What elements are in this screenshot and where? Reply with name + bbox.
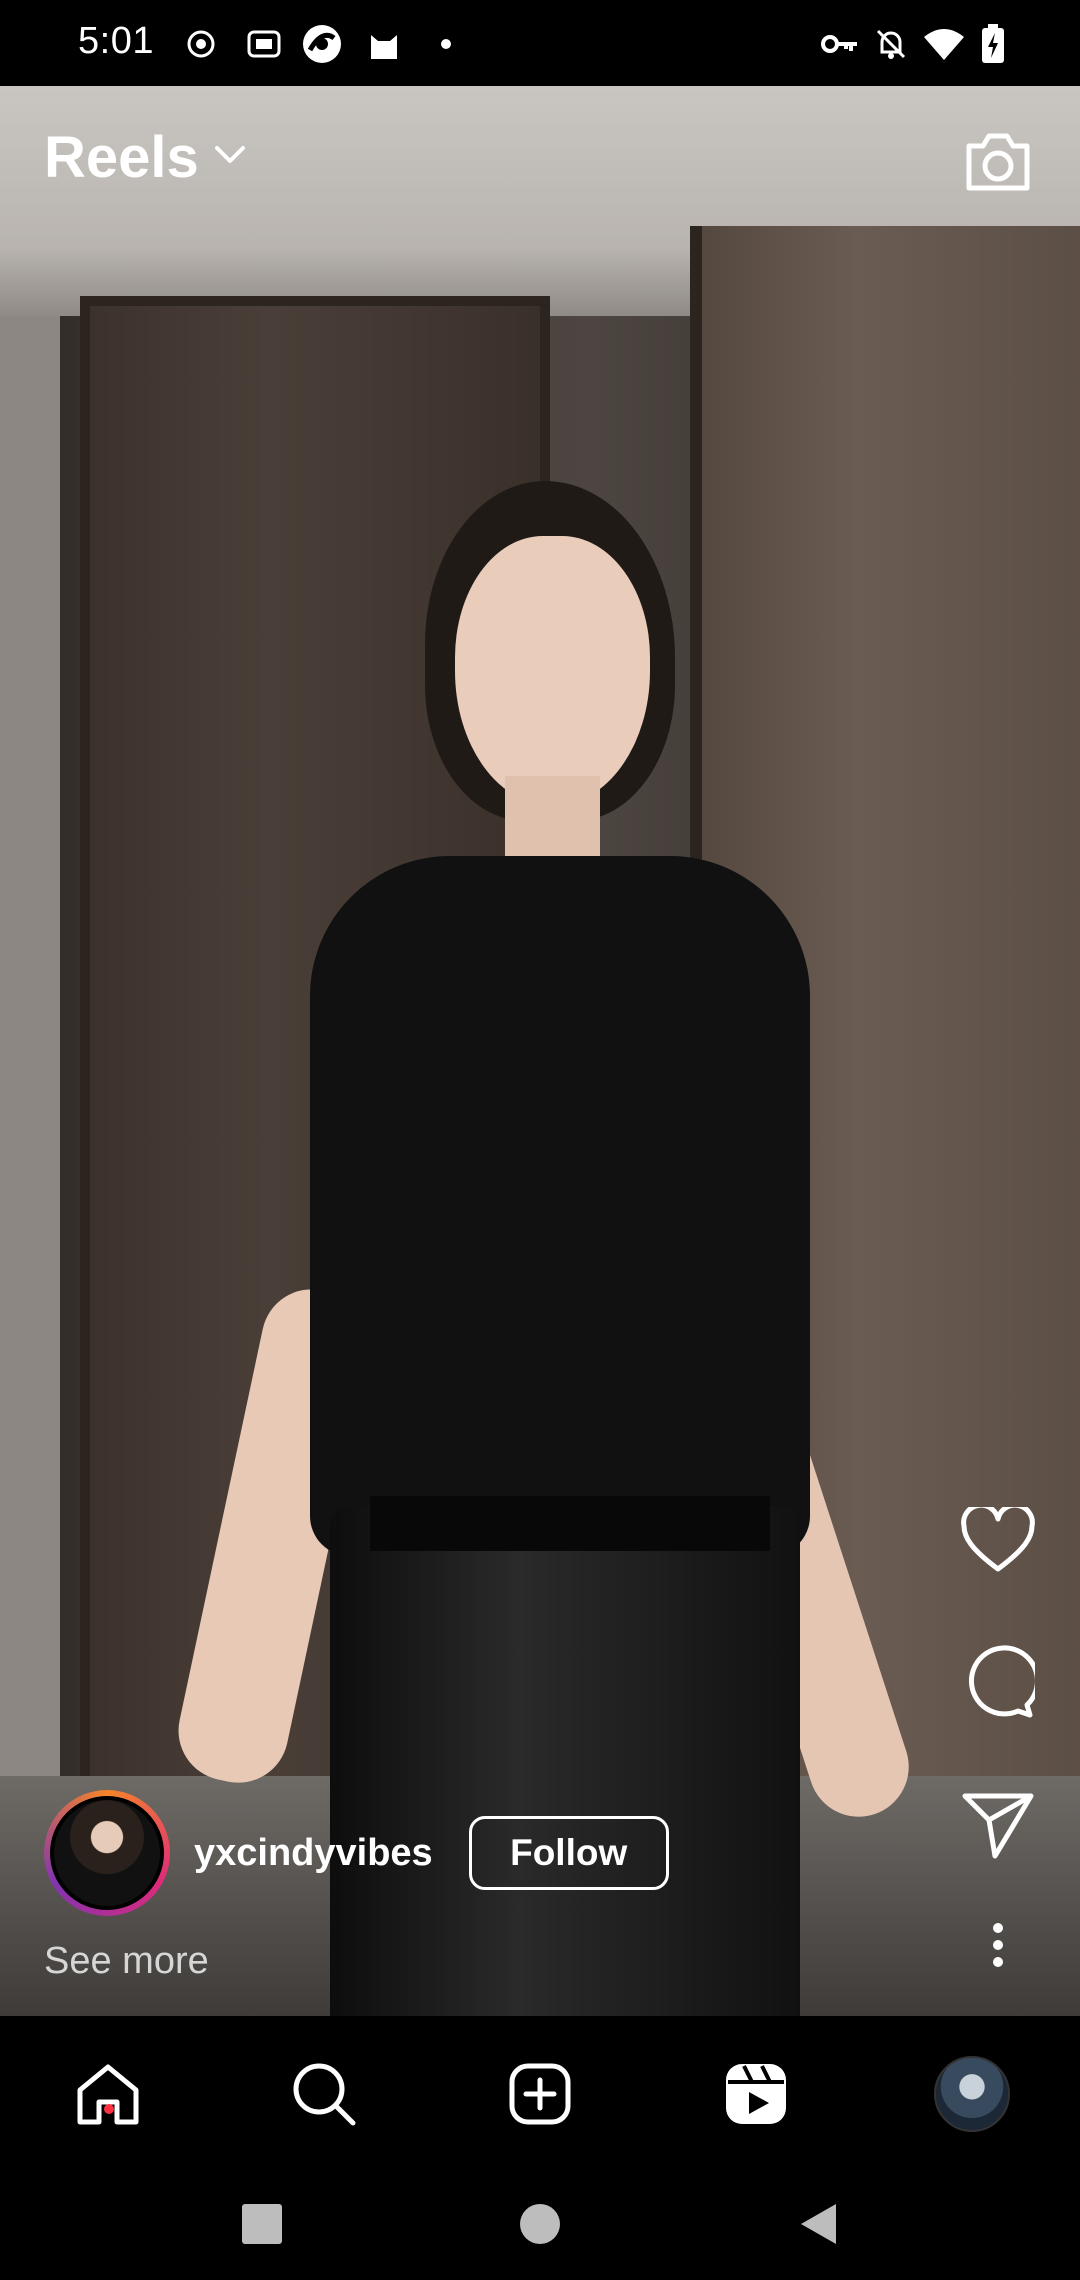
avatar-border — [50, 1796, 164, 1910]
record-icon — [186, 24, 216, 64]
username[interactable]: yxcindyvibes — [194, 1832, 433, 1875]
back-button[interactable] — [788, 2194, 848, 2254]
nav-home[interactable] — [68, 2054, 148, 2134]
reels-icon — [726, 2064, 786, 2124]
avatar[interactable] — [44, 1790, 170, 1916]
see-more-link[interactable]: See more — [44, 1940, 209, 1983]
status-bar: 5:01 — [0, 0, 1080, 86]
recents-button[interactable] — [232, 2194, 292, 2254]
home-circle-icon — [520, 2204, 560, 2244]
wifi-icon — [922, 24, 966, 64]
more-options-button[interactable] — [950, 1920, 1046, 1970]
person-skirt — [330, 1506, 800, 2016]
browser-icon — [300, 24, 344, 64]
nav-create[interactable] — [500, 2054, 580, 2134]
search-icon — [293, 2063, 356, 2126]
comment-icon — [968, 1645, 1035, 1718]
video-person — [169, 386, 922, 2016]
video-wall — [0, 316, 60, 1856]
cat-icon — [366, 24, 402, 64]
reels-header[interactable]: Reels — [44, 124, 247, 191]
bell-off-icon — [872, 24, 910, 64]
home-notification-dot — [104, 2104, 114, 2114]
recents-icon — [242, 2204, 282, 2244]
like-button[interactable] — [950, 1500, 1046, 1580]
vpn-key-icon — [820, 24, 860, 64]
create-icon — [509, 2063, 571, 2125]
person-shirt — [310, 856, 810, 1556]
profile-avatar — [934, 2056, 1010, 2132]
person-face — [455, 536, 650, 806]
comment-button[interactable] — [950, 1640, 1046, 1724]
home-button[interactable] — [510, 2194, 570, 2254]
chevron-down-icon[interactable] — [213, 144, 247, 171]
avatar-image — [54, 1800, 160, 1906]
battery-charging-icon — [978, 24, 1008, 64]
share-send-icon — [962, 1793, 1034, 1859]
share-button[interactable] — [950, 1785, 1046, 1865]
nav-reels[interactable] — [716, 2054, 796, 2134]
back-icon — [801, 2204, 836, 2244]
camera-icon — [966, 133, 1030, 191]
dot-icon — [436, 24, 456, 64]
system-nav-bar — [0, 2166, 1080, 2280]
bottom-nav — [0, 2016, 1080, 2166]
camera-button[interactable] — [958, 122, 1038, 202]
like-heart-icon — [961, 1507, 1035, 1572]
status-time: 5:01 — [78, 20, 154, 62]
page-title[interactable]: Reels — [44, 124, 199, 191]
home-icon — [77, 2064, 139, 2125]
more-options-icon — [993, 1923, 1003, 1967]
nav-search[interactable] — [284, 2054, 364, 2134]
follow-button[interactable]: Follow — [468, 1816, 669, 1890]
person-belt — [370, 1496, 770, 1551]
reel-author: yxcindyvibes Follow — [44, 1790, 669, 1916]
nav-profile[interactable] — [932, 2054, 1012, 2134]
iqiyi-icon — [246, 24, 282, 64]
reel-video[interactable] — [0, 86, 1080, 2016]
